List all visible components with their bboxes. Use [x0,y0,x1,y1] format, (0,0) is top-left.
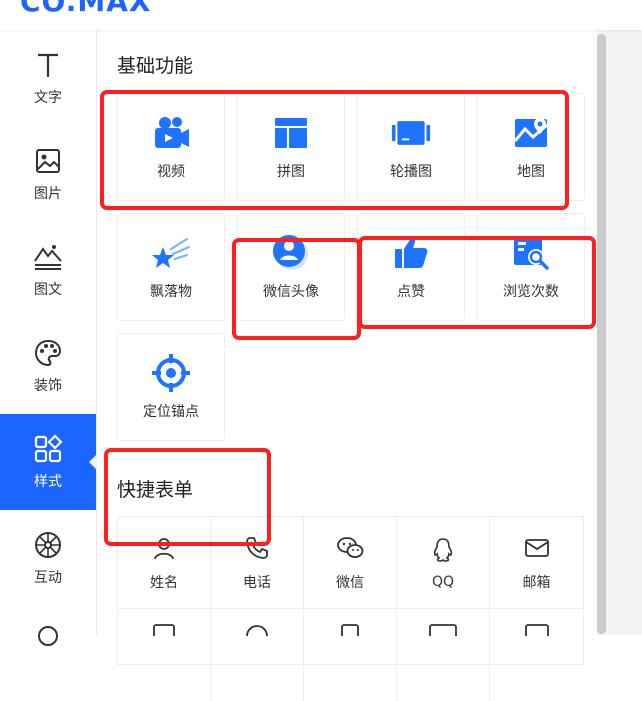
form-field-row2-5[interactable] [490,609,583,701]
form-field-label: QQ [431,573,455,590]
form-field-row2-3[interactable] [304,609,397,701]
style-icon [32,433,64,465]
box-icon [428,621,458,640]
tile-falling[interactable]: 飘落物 [117,213,225,321]
sidebar-item-interact[interactable]: 互动 [0,510,96,606]
form-field-phone[interactable]: 电话 [211,517,304,609]
tile-label: 点赞 [397,284,425,300]
form-field-name[interactable]: 姓名 [118,517,211,609]
tile-map[interactable]: 地图 [477,93,585,201]
sidebar-item-label: 图文 [34,282,62,298]
form-field-row2-4[interactable] [397,609,490,701]
sidebar-item-decoration[interactable]: 装饰 [0,318,96,414]
form-field-row2-2[interactable] [211,609,304,701]
tile-wechat-avatar[interactable]: 微信头像 [237,213,345,321]
image-icon [32,145,64,177]
app-logo: CO.MAX [20,0,152,18]
tile-label: 微信头像 [263,284,319,300]
form-field-email[interactable]: 邮箱 [490,517,583,609]
form-field-qq[interactable]: QQ [397,517,490,609]
interact-icon [32,529,64,561]
sidebar-item-label: 文字 [34,90,62,106]
views-icon [511,233,551,273]
section-title-basic: 基础功能 [117,55,194,77]
person-icon [150,534,178,562]
wechat-avatar-icon [271,233,311,273]
form-field-label: 姓名 [150,574,178,591]
map-icon [511,113,551,153]
tile-label: 定位锚点 [143,404,199,420]
sidebar-item-text[interactable]: 文字 [0,30,96,126]
component-sidebar: 文字 图片 图文 装饰 样式 互动 [0,30,97,646]
tile-label: 视频 [157,164,185,180]
tile-video[interactable]: 视频 [117,93,225,201]
image-text-icon [32,241,64,273]
box-icon [524,621,550,640]
mail-icon [152,621,176,640]
box-icon [338,621,362,640]
tile-label: 飘落物 [150,284,192,300]
puzzle-icon [271,113,311,153]
form-field-label: 电话 [243,574,271,591]
component-panel: 基础功能 视频 拼图 轮播图 地图 飘落物 微信头像 点赞 浏览次数 定位锚点 … [97,30,597,701]
tile-label: 地图 [517,164,545,180]
tile-views[interactable]: 浏览次数 [477,213,585,321]
sidebar-item-label: 互动 [34,570,62,586]
video-icon [151,113,191,153]
quick-form-grid: 姓名 电话 微信 QQ 邮箱 [117,516,584,701]
top-bar: CO.MAX [0,0,642,30]
sidebar-item-image-text[interactable]: 图文 [0,222,96,318]
form-field-wechat[interactable]: 微信 [304,517,397,609]
tile-label: 轮播图 [390,164,432,180]
qq-icon [429,536,457,564]
sidebar-item-label: 样式 [34,474,62,490]
text-icon [32,49,64,81]
sidebar-item-style[interactable]: 样式 [0,414,97,510]
carousel-icon [391,113,431,153]
scrollbar-thumb[interactable] [597,34,606,634]
section-title-form: 快捷表单 [117,479,194,501]
tile-like[interactable]: 点赞 [357,213,465,321]
anchor-icon [151,353,191,393]
tile-anchor[interactable]: 定位锚点 [117,333,225,441]
circle-icon [245,621,269,647]
wechat-icon [336,534,364,562]
phone-icon [243,534,271,562]
palette-icon [32,337,64,369]
form-field-label: 微信 [336,574,364,591]
canvas-area [607,30,642,635]
mail-icon [523,534,551,562]
like-icon [391,233,431,273]
sidebar-item-image[interactable]: 图片 [0,126,96,222]
form-field-row2-1[interactable] [118,609,211,701]
sidebar-item-label: 装饰 [34,378,62,394]
falling-icon [151,233,191,273]
tile-label: 浏览次数 [503,284,559,300]
tile-label: 拼图 [277,164,305,180]
sidebar-item-partial-icon [38,626,58,646]
form-field-label: 邮箱 [522,574,551,591]
sidebar-item-label: 图片 [34,186,62,202]
tile-carousel[interactable]: 轮播图 [357,93,465,201]
tile-puzzle[interactable]: 拼图 [237,93,345,201]
